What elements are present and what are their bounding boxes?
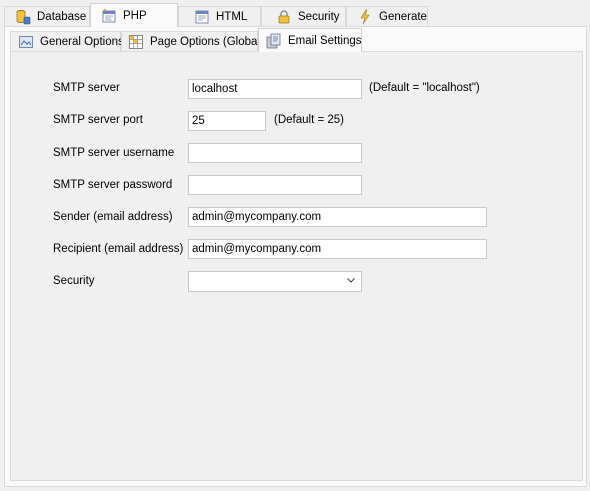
tab-database-label: Database: [37, 10, 87, 23]
main-tab-strip: Database PHP HTML Security Generate: [0, 3, 590, 28]
smtp-port-label: SMTP server port: [53, 114, 143, 126]
smtp-username-label: SMTP server username: [53, 147, 175, 159]
security-dropdown[interactable]: [188, 271, 362, 292]
tab-email-settings[interactable]: Email Settings: [258, 28, 362, 52]
security-label: Security: [53, 275, 95, 287]
html-icon: [194, 9, 210, 25]
lock-icon: [276, 9, 292, 25]
tab-generate[interactable]: Generate: [346, 6, 428, 26]
smtp-password-input[interactable]: [188, 175, 362, 195]
tab-security-label: Security: [298, 10, 340, 23]
smtp-port-default-hint: (Default = 25): [274, 114, 344, 126]
tab-php-label: PHP: [123, 9, 147, 22]
php-icon: [101, 8, 117, 24]
tab-page-options-global[interactable]: Page Options (Global): [121, 31, 264, 51]
smtp-password-label: SMTP server password: [53, 179, 173, 191]
smtp-server-default-hint: (Default = "localhost"): [369, 82, 480, 94]
database-icon: [15, 9, 31, 25]
tab-security[interactable]: Security: [261, 6, 346, 26]
tab-html[interactable]: HTML: [178, 6, 261, 26]
smtp-port-input[interactable]: [188, 111, 266, 131]
smtp-server-label: SMTP server: [53, 82, 120, 94]
sender-email-label: Sender (email address): [53, 211, 173, 223]
tab-html-label: HTML: [216, 10, 248, 23]
smtp-username-input[interactable]: [188, 143, 362, 163]
tab-email-settings-label: Email Settings: [288, 34, 362, 47]
tab-page-options-global-label: Page Options (Global): [150, 35, 264, 48]
tab-php[interactable]: PHP: [90, 3, 178, 27]
tab-general-options-label: General Options: [40, 35, 124, 48]
smtp-server-input[interactable]: [188, 79, 362, 99]
tab-database[interactable]: Database: [4, 6, 90, 26]
general-options-icon: [18, 34, 34, 50]
lightning-icon: [357, 9, 373, 25]
page-options-icon: [128, 34, 144, 50]
php-sub-tab-strip: General Options Page Options (Global) Em…: [0, 28, 590, 53]
email-settings-icon: [266, 33, 282, 49]
recipient-email-label: Recipient (email address): [53, 243, 184, 255]
tab-general-options[interactable]: General Options: [10, 31, 124, 51]
chevron-down-icon: [346, 275, 356, 285]
tab-generate-label: Generate: [379, 10, 427, 23]
recipient-email-input[interactable]: [188, 239, 487, 259]
sender-email-input[interactable]: [188, 207, 487, 227]
